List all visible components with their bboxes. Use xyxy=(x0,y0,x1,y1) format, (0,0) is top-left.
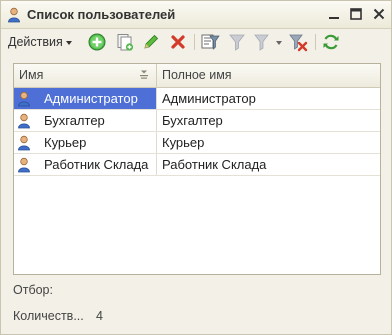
user-name: Бухгалтер xyxy=(44,113,105,128)
table-row[interactable]: Бухгалтер Бухгалтер xyxy=(14,110,380,132)
edit-icon[interactable] xyxy=(141,32,161,52)
user-full-name: Бухгалтер xyxy=(162,113,223,128)
minimize-icon[interactable] xyxy=(326,6,342,22)
cell-full-name[interactable]: Администратор xyxy=(157,88,380,109)
cell-name[interactable]: Курьер xyxy=(14,132,156,153)
user-icon xyxy=(8,7,20,23)
toolbar-separator xyxy=(315,34,316,50)
user-name: Работник Склада xyxy=(44,157,149,172)
cell-name[interactable]: Работник Склада xyxy=(14,154,156,175)
filter-list-icon[interactable] xyxy=(253,32,273,52)
toolbar-separator xyxy=(194,34,195,50)
filter-current-icon[interactable] xyxy=(227,32,247,52)
clear-filter-icon[interactable] xyxy=(288,32,308,52)
user-name: Курьер xyxy=(44,135,87,150)
sort-icon[interactable] xyxy=(138,70,150,80)
column-divider[interactable] xyxy=(156,64,157,88)
cell-full-name[interactable]: Работник Склада xyxy=(157,154,380,175)
copy-icon[interactable] xyxy=(115,32,135,52)
cell-name[interactable]: Администратор xyxy=(14,88,156,109)
count-value: 4 xyxy=(96,309,103,323)
toolbar: Действия xyxy=(1,29,391,55)
user-full-name: Курьер xyxy=(162,135,205,150)
table-row[interactable]: Курьер Курьер xyxy=(14,132,380,154)
table-row[interactable]: Работник Склада Работник Склада xyxy=(14,154,380,176)
refresh-icon[interactable] xyxy=(321,32,341,52)
users-list-window: Список пользователей Действия Имя Полное… xyxy=(0,0,392,335)
title-bar[interactable]: Список пользователей xyxy=(1,1,391,29)
filter-label: Отбор: xyxy=(13,283,53,297)
cell-name[interactable]: Бухгалтер xyxy=(14,110,156,131)
cell-full-name[interactable]: Бухгалтер xyxy=(157,110,380,131)
user-icon xyxy=(18,91,30,107)
table-row[interactable]: Администратор Администратор xyxy=(14,88,380,110)
actions-menu-label: Действия xyxy=(8,35,63,49)
column-header-name[interactable]: Имя xyxy=(19,68,43,82)
user-icon xyxy=(18,113,30,129)
cell-full-name[interactable]: Курьер xyxy=(157,132,380,153)
add-icon[interactable] xyxy=(87,32,107,52)
table-header: Имя Полное имя xyxy=(14,64,380,88)
column-header-full-name[interactable]: Полное имя xyxy=(162,68,232,82)
user-full-name: Администратор xyxy=(162,91,256,106)
close-icon[interactable] xyxy=(371,6,387,22)
maximize-icon[interactable] xyxy=(348,6,364,22)
filter-settings-icon[interactable] xyxy=(200,32,220,52)
users-table: Имя Полное имя Администратор Администрат… xyxy=(13,63,381,275)
user-icon xyxy=(18,157,30,173)
chevron-down-icon xyxy=(65,40,72,45)
actions-menu[interactable]: Действия xyxy=(8,33,72,51)
user-name: Администратор xyxy=(44,91,138,106)
count-label: Количеств... xyxy=(13,309,84,323)
user-icon xyxy=(18,135,30,151)
user-full-name: Работник Склада xyxy=(162,157,267,172)
window-title: Список пользователей xyxy=(27,7,176,22)
chevron-down-icon[interactable] xyxy=(276,41,282,45)
delete-icon[interactable] xyxy=(168,32,188,52)
